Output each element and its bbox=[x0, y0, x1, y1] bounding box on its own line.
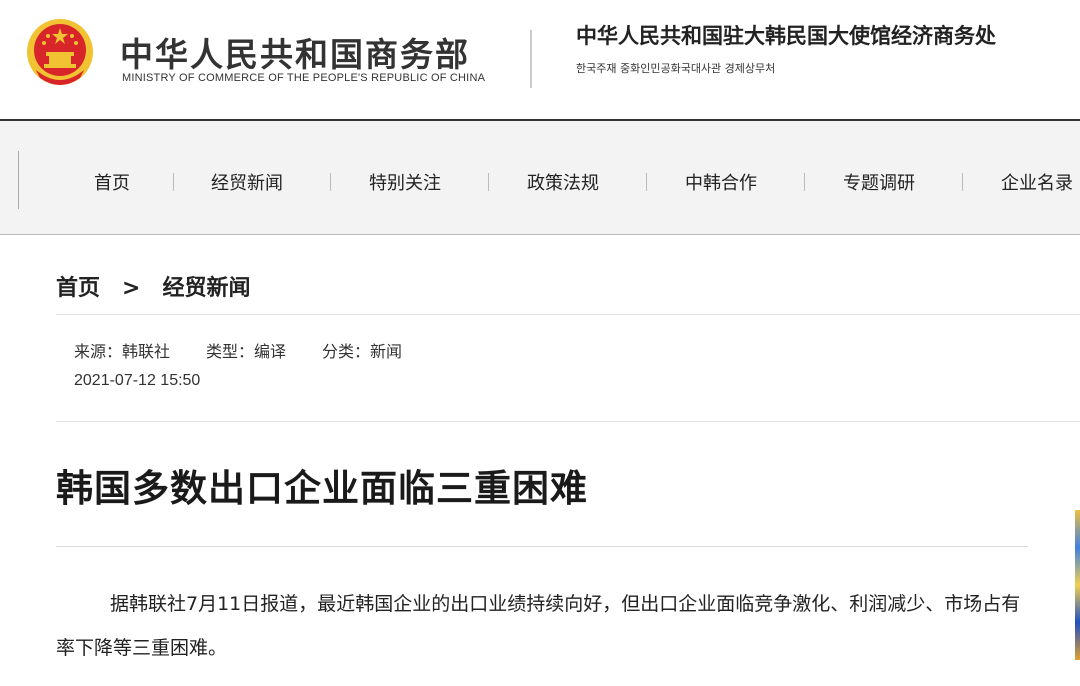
article-source: 来源：韩联社 bbox=[74, 342, 171, 361]
nav-item-special[interactable]: 特别关注 bbox=[369, 169, 441, 195]
meta-divider bbox=[56, 421, 1080, 422]
nav-separator bbox=[488, 173, 489, 191]
article-container: 首页 > 经贸新闻 来源：韩联社 类型：编译 分类：新闻 2021-07-12 15:5… bbox=[20, 236, 1080, 686]
breadcrumb-separator: > bbox=[122, 276, 141, 301]
nav-item-directory[interactable]: 企业名录 bbox=[1001, 169, 1073, 195]
article-meta: 来源：韩联社 类型：编译 分类：新闻 bbox=[74, 338, 402, 362]
nav-separator bbox=[804, 173, 805, 191]
nav-item-research[interactable]: 专题调研 bbox=[843, 169, 915, 195]
nav-left-rule bbox=[18, 151, 19, 209]
nav-separator bbox=[330, 173, 331, 191]
header-divider bbox=[530, 30, 532, 88]
article-category: 分类：新闻 bbox=[322, 342, 403, 361]
ministry-name-en: MINISTRY OF COMMERCE OF THE PEOPLE'S REP… bbox=[122, 72, 486, 84]
article-title: 韩国多数出口企业面临三重困难 bbox=[56, 467, 588, 510]
article-type: 类型：编译 bbox=[206, 342, 287, 361]
nav-separator bbox=[646, 173, 647, 191]
nav-item-trade-news[interactable]: 经贸新闻 bbox=[211, 169, 283, 195]
site-header: 中华人民共和国商务部 MINISTRY OF COMMERCE OF THE P… bbox=[0, 0, 1080, 119]
breadcrumb-home[interactable]: 首页 bbox=[56, 276, 100, 301]
nav-separator bbox=[173, 173, 174, 191]
nav-item-home[interactable]: 首页 bbox=[94, 169, 130, 195]
embassy-name-cn: 中华人民共和国驻大韩民国大使馆经济商务处 bbox=[576, 24, 996, 48]
breadcrumb-divider bbox=[56, 314, 1080, 315]
article-paragraph: 据韩联社7月11日报道，最近韩国企业的出口业绩持续向好，但出口企业面临竞争激化、… bbox=[56, 593, 1021, 659]
sidebar-image-fragment[interactable] bbox=[1075, 510, 1080, 660]
nav-item-cooperation[interactable]: 中韩合作 bbox=[685, 169, 757, 195]
embassy-name-kr: 한국주재 중화인민공화국대사관 경제상무처 bbox=[576, 62, 776, 75]
breadcrumb-current[interactable]: 经贸新闻 bbox=[162, 276, 250, 301]
national-emblem-icon[interactable] bbox=[26, 16, 94, 88]
nav-item-policy[interactable]: 政策法规 bbox=[527, 169, 599, 195]
main-nav: 首页 经贸新闻 特别关注 政策法规 中韩合作 专题调研 企业名录 bbox=[0, 121, 1080, 235]
title-divider bbox=[56, 546, 1028, 547]
article-date: 2021-07-12 15:50 bbox=[74, 372, 201, 389]
breadcrumb: 首页 > 经贸新闻 bbox=[56, 270, 250, 302]
ministry-name-cn: 中华人民共和国商务部 bbox=[120, 35, 470, 74]
nav-separator bbox=[962, 173, 963, 191]
